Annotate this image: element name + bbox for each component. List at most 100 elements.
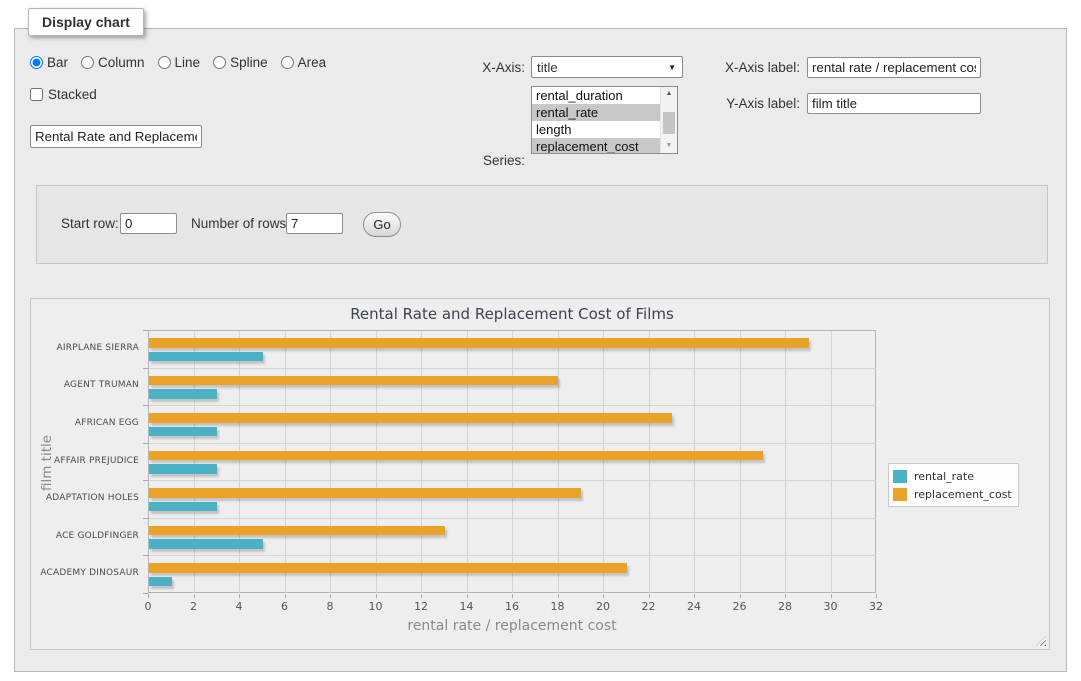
x-tick-label: 32 xyxy=(861,600,891,613)
x-tick-label: 30 xyxy=(816,600,846,613)
x-tick-label: 0 xyxy=(133,600,163,613)
x-tick-label: 8 xyxy=(315,600,345,613)
y-tick-label: AIRPLANE SIERRA xyxy=(31,343,139,353)
legend-label: replacement_cost xyxy=(914,488,1012,501)
series-label: Series: xyxy=(435,153,525,168)
chart-type-option-line[interactable]: Line xyxy=(158,55,201,70)
gridline-vertical xyxy=(694,331,695,593)
series-option-length[interactable]: length xyxy=(532,121,660,138)
gridline-vertical xyxy=(740,331,741,593)
stacked-label: Stacked xyxy=(48,87,97,102)
bar-replacement_cost xyxy=(149,451,763,461)
chart-type-label-column: Column xyxy=(98,55,145,70)
display-chart-panel: Display chart BarColumnLineSplineArea St… xyxy=(14,28,1067,672)
legend-label: rental_rate xyxy=(914,470,974,483)
chart-x-axis-title: rental rate / replacement cost xyxy=(148,618,876,634)
bar-replacement_cost xyxy=(149,376,558,386)
gridline-horizontal xyxy=(149,480,876,481)
gridline-vertical xyxy=(558,331,559,593)
x-tick-mark xyxy=(239,594,240,598)
series-scrollbar[interactable]: ▲ ▼ xyxy=(660,87,677,153)
stacked-option[interactable]: Stacked xyxy=(30,87,97,102)
y-axis-label-input[interactable] xyxy=(807,93,981,114)
chart-type-label-bar: Bar xyxy=(47,55,68,70)
legend-item-rental_rate: rental_rate xyxy=(893,467,1012,485)
x-tick-mark xyxy=(876,594,877,598)
x-tick-mark xyxy=(148,594,149,598)
chart-type-label-line: Line xyxy=(175,55,201,70)
x-tick-label: 12 xyxy=(406,600,436,613)
x-tick-mark xyxy=(558,594,559,598)
resize-handle-icon[interactable] xyxy=(1036,636,1046,646)
series-option-rental_duration[interactable]: rental_duration xyxy=(532,87,660,104)
gridline-horizontal xyxy=(149,518,876,519)
x-axis-label-caption: X-Axis label: xyxy=(705,60,800,75)
x-tick-label: 18 xyxy=(543,600,573,613)
row-controls-panel: Start row: Number of rows: Go xyxy=(36,185,1048,264)
x-tick-mark xyxy=(421,594,422,598)
bar-rental_rate xyxy=(149,352,263,362)
go-button[interactable]: Go xyxy=(363,212,401,237)
x-tick-mark xyxy=(603,594,604,598)
chart-type-radio-area[interactable] xyxy=(281,56,294,69)
x-tick-label: 20 xyxy=(588,600,618,613)
gridline-vertical xyxy=(421,331,422,593)
chart-type-option-spline[interactable]: Spline xyxy=(213,55,268,70)
bar-replacement_cost xyxy=(149,413,672,423)
series-options: rental_durationrental_ratelengthreplacem… xyxy=(532,87,660,153)
y-tick-label: ACADEMY DINOSAUR xyxy=(31,568,139,578)
start-row-input[interactable] xyxy=(120,213,177,234)
x-tick-label: 4 xyxy=(224,600,254,613)
x-tick-label: 6 xyxy=(270,600,300,613)
gridline-horizontal xyxy=(149,405,876,406)
series-option-replacement_cost[interactable]: replacement_cost xyxy=(532,138,660,154)
x-tick-label: 28 xyxy=(770,600,800,613)
series-option-rental_rate[interactable]: rental_rate xyxy=(532,104,660,121)
scroll-up-icon[interactable]: ▲ xyxy=(661,87,677,101)
chart-title-input[interactable] xyxy=(30,125,202,148)
y-tick-mark xyxy=(143,593,148,594)
x-tick-label: 14 xyxy=(452,600,482,613)
x-tick-mark xyxy=(330,594,331,598)
y-tick-label: AFRICAN EGG xyxy=(31,418,139,428)
scroll-down-icon[interactable]: ▼ xyxy=(661,139,677,153)
chart-type-radio-bar[interactable] xyxy=(30,56,43,69)
y-tick-mark xyxy=(143,555,148,556)
chart-type-radio-spline[interactable] xyxy=(213,56,226,69)
x-axis-select[interactable]: title ▼ xyxy=(531,56,683,78)
chart-type-option-area[interactable]: Area xyxy=(281,55,327,70)
number-of-rows-input[interactable] xyxy=(286,213,343,234)
bar-replacement_cost xyxy=(149,563,627,573)
x-tick-mark xyxy=(194,594,195,598)
x-axis-selected-value: title xyxy=(537,60,558,75)
bar-rental_rate xyxy=(149,502,217,512)
x-tick-mark xyxy=(785,594,786,598)
gridline-vertical xyxy=(194,331,195,593)
chart-type-option-column[interactable]: Column xyxy=(81,55,145,70)
series-listbox[interactable]: rental_durationrental_ratelengthreplacem… xyxy=(531,86,678,154)
gridline-vertical xyxy=(285,331,286,593)
x-axis-label-input[interactable] xyxy=(807,57,981,78)
page: Display chart BarColumnLineSplineArea St… xyxy=(0,0,1081,681)
legend-swatch-icon xyxy=(893,470,907,483)
chart-type-radio-column[interactable] xyxy=(81,56,94,69)
x-tick-mark xyxy=(740,594,741,598)
x-tick-label: 2 xyxy=(179,600,209,613)
y-tick-label: ACE GOLDFINGER xyxy=(31,531,139,541)
y-tick-label: AFFAIR PREJUDICE xyxy=(31,456,139,466)
gridline-vertical xyxy=(603,331,604,593)
gridline-vertical xyxy=(239,331,240,593)
gridline-vertical xyxy=(512,331,513,593)
chart-legend: rental_rate replacement_cost xyxy=(888,463,1019,507)
legend-item-replacement_cost: replacement_cost xyxy=(893,485,1012,503)
scrollbar-thumb[interactable] xyxy=(663,112,675,134)
bar-rental_rate xyxy=(149,539,263,549)
stacked-checkbox[interactable] xyxy=(30,88,43,101)
number-of-rows-label: Number of rows: xyxy=(191,216,290,231)
chart-type-radio-line[interactable] xyxy=(158,56,171,69)
chart-type-option-bar[interactable]: Bar xyxy=(30,55,68,70)
x-tick-mark xyxy=(694,594,695,598)
gridline-horizontal xyxy=(149,443,876,444)
x-tick-mark xyxy=(285,594,286,598)
x-tick-label: 10 xyxy=(361,600,391,613)
